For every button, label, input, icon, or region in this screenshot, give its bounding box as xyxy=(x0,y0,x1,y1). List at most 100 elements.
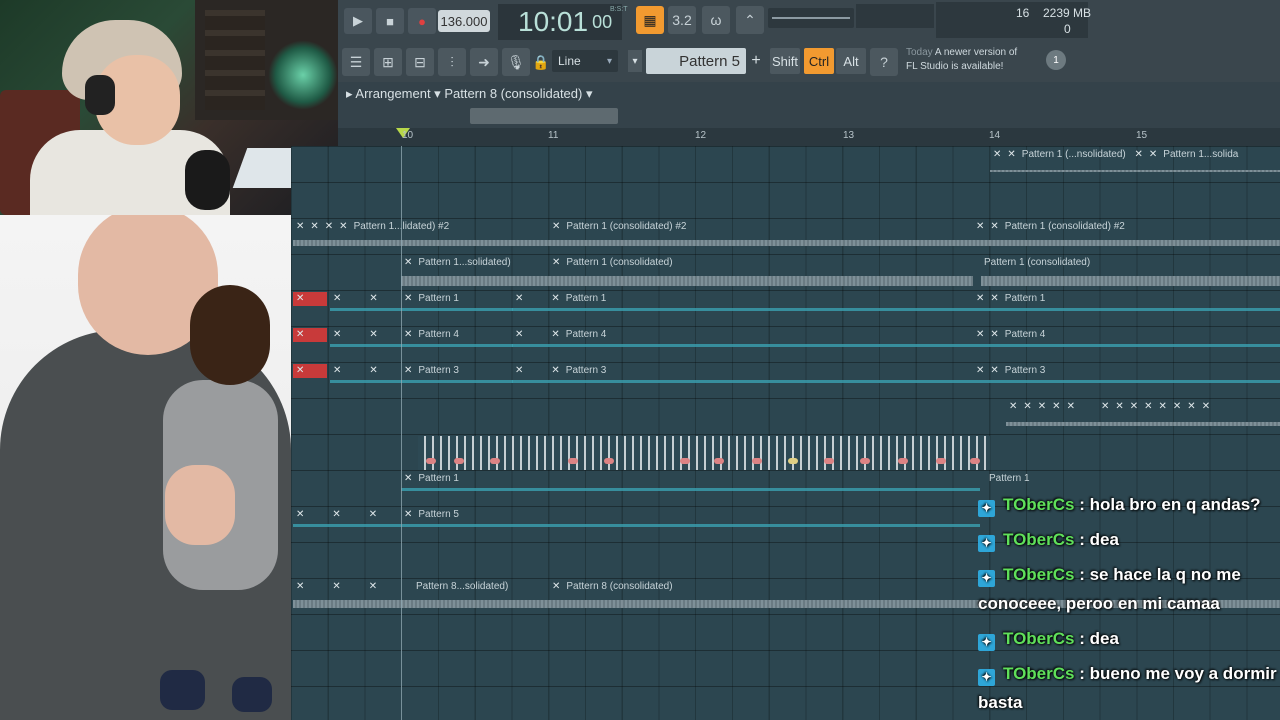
browser-arrow-icon[interactable]: ➜ xyxy=(470,48,498,76)
playlist-clip[interactable]: ✕ ✕ Pattern 4 xyxy=(973,328,1280,362)
metronome-icon[interactable]: ⌃ xyxy=(736,6,764,34)
playlist-clip[interactable]: ✕ ✕ Pattern 4 xyxy=(512,328,973,362)
playlist-clip[interactable]: ✕ Pattern 1 xyxy=(401,472,980,506)
clip-label: Pattern 4 xyxy=(1004,329,1046,340)
polyphony-count: 0 xyxy=(1064,22,1071,36)
microphone-icon[interactable]: 🎙 xyxy=(502,48,530,76)
fl-toolbar: ▶ ■ ● 136.000 10:01 00 B:S:T ▦ 3.2 ω ⌃ 16… xyxy=(338,0,1280,82)
playlist-clip[interactable]: ✕ ✕ xyxy=(330,364,402,398)
hint-icon[interactable]: ? xyxy=(870,48,898,76)
channel-rack-icon[interactable]: ⊟ xyxy=(406,48,434,76)
lock-icon[interactable]: 🔒 xyxy=(532,50,549,74)
pattern-selector[interactable]: Pattern 5 xyxy=(646,48,746,74)
chat-message: ✦ TOberCs : hola bro en q andas? xyxy=(978,490,1280,519)
playlist-title-bar: ▸ Arrangement ▾ Pattern 8 (consolidated)… xyxy=(338,82,1280,128)
clip-label: Pattern 4 xyxy=(418,329,459,340)
chat-message: ✦ TOberCs : dea xyxy=(978,525,1280,554)
playlist-clip[interactable]: ✕ Pattern 4 xyxy=(401,328,513,362)
playlist-clip[interactable]: ✕ ✕ Pattern 1 xyxy=(973,292,1280,326)
loop-record-icon[interactable]: ω xyxy=(702,6,730,34)
chat-username: TOberCs xyxy=(1003,530,1075,549)
playlist-clip[interactable]: ✕ ✕ ✕ ✕ Pattern 1...lidated) #2 xyxy=(293,220,549,254)
playlist-clip[interactable]: ✕ ✕ xyxy=(330,292,402,326)
time-main: 10:01 xyxy=(518,6,589,37)
typing-keyboard-icon[interactable]: ▦ xyxy=(636,6,664,34)
playlist-clip[interactable]: Pattern 1 (consolidated) xyxy=(981,256,1280,290)
update-notice[interactable]: Today A newer version of FL Studio is av… xyxy=(906,46,1066,78)
meme-image xyxy=(0,215,291,720)
pattern-dropdown-arrow[interactable]: ▾ xyxy=(628,50,642,72)
alt-button[interactable]: Alt xyxy=(836,48,866,74)
drum-clips-row[interactable] xyxy=(418,436,990,470)
record-icon: ● xyxy=(418,13,426,29)
mixer-icon[interactable]: ⫶ xyxy=(438,48,466,76)
clip-label: Pattern 1 (consolidated) xyxy=(984,257,1091,268)
snap-select[interactable]: Line xyxy=(552,50,618,72)
clip-label: Pattern 1...solida xyxy=(1163,149,1239,160)
bar-number: 14 xyxy=(989,130,1001,141)
record-button[interactable]: ● xyxy=(408,8,436,34)
playlist-clip[interactable]: ✕ ✕ Pattern 1 (...nsolidated) ✕ ✕ Pattern 1.… xyxy=(990,148,1280,182)
clip-label: Pattern 4 xyxy=(565,329,607,340)
stream-screen: ▶ ■ ● 136.000 10:01 00 B:S:T ▦ 3.2 ω ⌃ 16… xyxy=(0,0,1280,720)
playlist-clip[interactable]: ✕ Pattern 1...solidated) xyxy=(401,256,549,290)
playlist-clip[interactable]: ✕ Pattern 3 xyxy=(401,364,513,398)
clip-label: Pattern 8...solidated) xyxy=(416,581,509,592)
notice-label: Today xyxy=(906,47,933,58)
playlist-clip[interactable]: ✕ ✕ ✕ xyxy=(293,508,401,542)
clip-label: Pattern 1 (consolidated) #2 xyxy=(566,221,687,232)
ctrl-button[interactable]: Ctrl xyxy=(804,48,834,74)
playlist-clip[interactable]: ✕ ✕ Pattern 3 xyxy=(512,364,973,398)
chat-text: : dea xyxy=(1074,530,1119,549)
chat-text: : dea xyxy=(1074,629,1119,648)
playlist-clip[interactable]: ✕ xyxy=(293,292,327,326)
playlist-clip[interactable]: ✕ ✕ Pattern 3 xyxy=(973,364,1280,398)
bar-number: 13 xyxy=(843,130,855,141)
countdown-icon[interactable]: 3.2 xyxy=(668,6,696,34)
master-pitch-slider[interactable] xyxy=(768,8,854,28)
shift-button[interactable]: Shift xyxy=(770,48,800,74)
memory-usage: 2239 MB xyxy=(1043,6,1092,20)
playlist-clip[interactable]: ✕ Pattern 1 (consolidated) xyxy=(549,256,973,290)
clip-label: Pattern 3 xyxy=(565,365,607,376)
chat-text: : hola bro en q andas? xyxy=(1074,495,1261,514)
time-format-label: B:S:T xyxy=(610,6,628,13)
piano-roll-icon[interactable]: ⊞ xyxy=(374,48,402,76)
notice-line1: A newer version of xyxy=(934,47,1018,58)
chat-message: ✦ TOberCs : bueno me voy a dormir basta xyxy=(978,659,1280,717)
playlist-title[interactable]: ▸ Arrangement ▾ Pattern 8 (consolidated)… xyxy=(346,86,592,102)
playlist-clip[interactable]: ✕ Pattern 1 (consolidated) #2 xyxy=(549,220,973,254)
playlist-clip[interactable]: ✕ ✕ Pattern 1 (consolidated) #2 xyxy=(973,220,1280,254)
waveform-monitor xyxy=(856,4,934,28)
chat-overlay: ✦ TOberCs : hola bro en q andas? ✦ TOberCs… xyxy=(978,488,1280,720)
play-button[interactable]: ▶ xyxy=(344,8,372,34)
tempo-field[interactable]: 136.000 xyxy=(438,10,490,32)
playlist-clip[interactable]: ✕ ✕ ✕ ✕ ✕ ✕ ✕ ✕ ✕ ✕ ✕ ✕ ✕ xyxy=(1006,400,1280,434)
chat-message: ✦ TOberCs : se hace la q no me conoceee, … xyxy=(978,560,1280,618)
playlist-clip[interactable]: ✕ Pattern 1 xyxy=(401,292,513,326)
bar-number: 12 xyxy=(695,130,707,141)
stop-button[interactable]: ■ xyxy=(376,8,404,34)
playlist-clip[interactable]: Pattern 8...solidated) xyxy=(413,580,549,614)
playlist-scrollbar[interactable] xyxy=(470,108,618,124)
playlist-clip[interactable]: ✕ xyxy=(293,364,327,398)
clip-label: Pattern 1 (consolidated) #2 xyxy=(1004,221,1125,232)
playlist-clip[interactable]: ✕ ✕ Pattern 1 xyxy=(512,292,973,326)
badge-icon: ✦ xyxy=(978,500,995,517)
timeline-ruler[interactable]: 10 11 12 13 14 15 xyxy=(338,128,1280,146)
add-pattern-button[interactable]: + xyxy=(748,48,764,74)
playlist-clip[interactable]: ✕ xyxy=(293,328,327,362)
playlist-clip[interactable]: ✕ ✕ ✕ xyxy=(293,580,413,614)
playlist-clip[interactable]: ✕ Pattern 5 xyxy=(401,508,980,542)
song-time-display[interactable]: 10:01 00 xyxy=(498,4,622,40)
clip-label: Pattern 1 (consolidated) xyxy=(566,257,673,268)
chat-username: TOberCs xyxy=(1003,565,1075,584)
clip-label: Pattern 1 xyxy=(565,293,607,304)
play-icon: ▶ xyxy=(353,13,363,28)
playlist-clip[interactable]: ✕ ✕ xyxy=(330,328,402,362)
time-frac: 00 xyxy=(592,11,613,32)
clip-label: Pattern 1 xyxy=(418,293,459,304)
clip-label: Pattern 8 (consolidated) xyxy=(566,581,673,592)
update-globe-icon[interactable]: 1 xyxy=(1046,50,1066,70)
playlist-icon[interactable]: ☰ xyxy=(342,48,370,76)
